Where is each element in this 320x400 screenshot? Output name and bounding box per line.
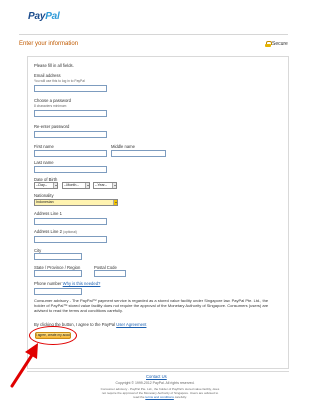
consumer-advisory: Consumer advisory - The PayPal™ payment … xyxy=(34,298,269,314)
agree-create-account-button[interactable]: I agree, create my account xyxy=(35,332,71,339)
password-field[interactable] xyxy=(34,110,107,117)
chevron-down-icon xyxy=(53,183,57,188)
contact-us-link[interactable]: Contact Us xyxy=(146,374,167,379)
copyright-text: Copyright © 1999-2012 PayPal. All rights… xyxy=(115,381,195,385)
user-agreement-link[interactable]: User Agreement xyxy=(116,322,146,327)
secure-indicator: Secure xyxy=(265,41,288,47)
form-intro: Please fill in all fields. xyxy=(34,63,74,68)
address2-hint: (optional) xyxy=(63,230,77,234)
email-label: Email address xyxy=(34,73,61,78)
email-field[interactable] xyxy=(34,85,107,92)
last-name-field[interactable] xyxy=(34,166,107,173)
address2-label: Address Line 2 (optional) xyxy=(34,229,77,234)
last-name-label: Last name xyxy=(34,160,54,165)
middle-name-label: Middle name xyxy=(111,144,135,149)
address1-field[interactable] xyxy=(34,218,107,225)
city-field[interactable] xyxy=(34,253,82,260)
dob-day-value: --Day-- xyxy=(36,183,48,187)
postal-code-field[interactable] xyxy=(94,270,126,277)
legal-suffix: carefully. xyxy=(174,394,187,399)
password-hint: 8 characters minimum xyxy=(34,104,67,108)
dob-year-value: --Year-- xyxy=(95,183,108,187)
reenter-password-field[interactable] xyxy=(34,131,107,138)
first-name-field[interactable] xyxy=(34,150,107,157)
nationality-label: Nationality xyxy=(34,193,54,198)
phone-label: Phone number Why is this needed? xyxy=(34,281,100,286)
first-name-label: First name xyxy=(34,144,54,149)
lock-icon xyxy=(265,41,272,47)
logo-part-pay: Pay xyxy=(28,11,46,22)
middle-name-field[interactable] xyxy=(111,150,166,157)
secure-label: Secure xyxy=(272,41,288,47)
phone-label-text: Phone number xyxy=(34,281,62,286)
email-hint: You will use this to log in to PayPal xyxy=(34,79,85,83)
dob-month-select[interactable]: --Month-- xyxy=(62,182,90,189)
terms-link[interactable]: terms and conditions xyxy=(145,395,174,399)
nationality-select[interactable]: Indonesian xyxy=(34,199,118,206)
password-label: Choose a password xyxy=(34,98,72,103)
paypal-logo[interactable]: PayPal xyxy=(28,11,60,22)
legal-notice: Consumer advisory - PayPal Pte. Ltd., th… xyxy=(100,387,220,400)
dob-month-value: --Month-- xyxy=(64,183,79,187)
phone-why-link[interactable]: Why is this needed? xyxy=(63,281,101,286)
nationality-value: Indonesian xyxy=(36,200,54,204)
phone-field[interactable] xyxy=(34,288,82,295)
header-divider xyxy=(19,34,288,35)
state-field[interactable] xyxy=(34,270,82,277)
address2-field[interactable] xyxy=(34,236,107,243)
chevron-down-icon xyxy=(85,183,89,188)
chevron-down-icon xyxy=(112,183,116,188)
address1-label: Address Line 1 xyxy=(34,211,62,216)
dob-year-select[interactable]: --Year-- xyxy=(93,182,117,189)
chevron-down-icon xyxy=(113,200,117,205)
reenter-password-label: Re-enter password xyxy=(34,124,70,129)
footer-divider xyxy=(27,371,289,372)
page-title: Enter your information xyxy=(19,41,79,47)
dob-day-select[interactable]: --Day-- xyxy=(34,182,58,189)
logo-part-pal: Pal xyxy=(45,11,60,22)
address2-label-text: Address Line 2 xyxy=(34,229,62,234)
